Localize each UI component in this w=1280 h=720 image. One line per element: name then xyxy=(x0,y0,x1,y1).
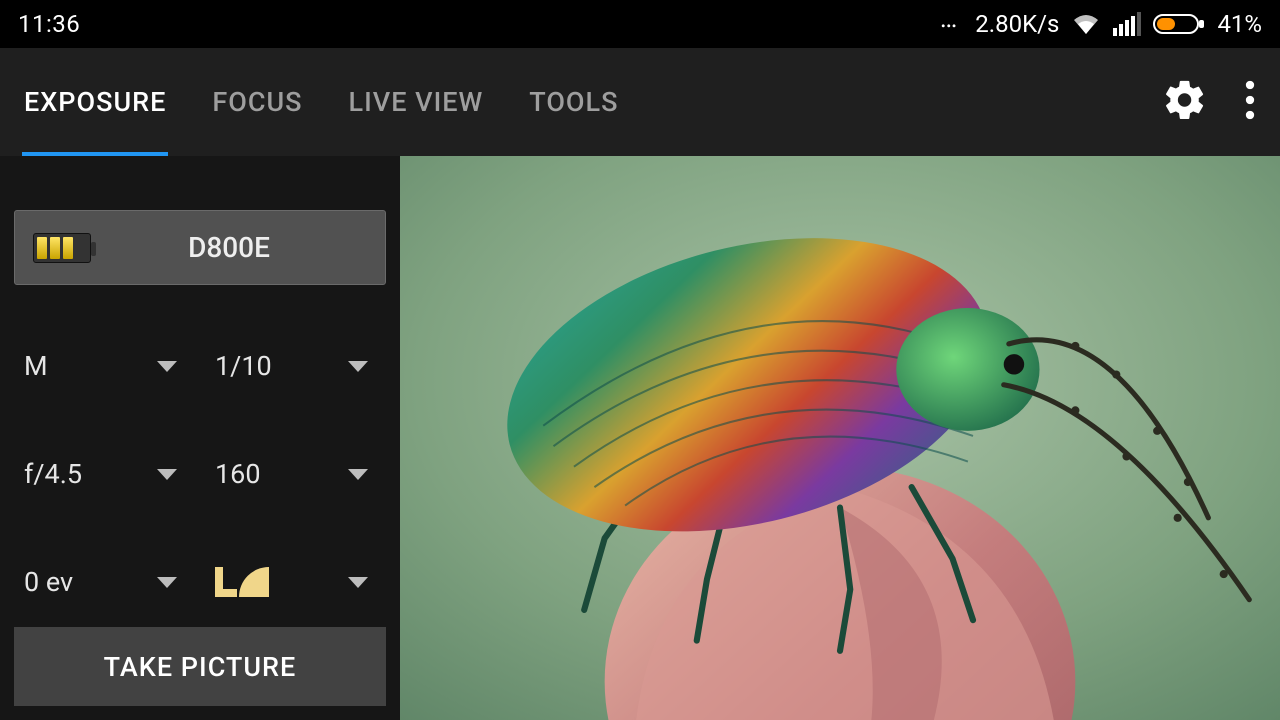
battery-icon xyxy=(1153,12,1205,36)
exposure-panel: D800E M 1/10 f/4.5 160 0 ev xyxy=(0,156,400,720)
quality-dropdown[interactable] xyxy=(205,537,386,627)
app-bar: EXPOSURE FOCUS LIVE VIEW TOOLS xyxy=(0,48,1280,156)
preview-image xyxy=(400,156,1280,720)
status-bar: 11:36 … 2.80K/s 41% xyxy=(0,0,1280,48)
tab-bar: EXPOSURE FOCUS LIVE VIEW TOOLS xyxy=(24,48,1162,156)
iso-dropdown[interactable]: 160 xyxy=(205,429,386,519)
shutter-value: 1/10 xyxy=(215,350,272,382)
tab-exposure[interactable]: EXPOSURE xyxy=(24,48,166,156)
take-picture-button[interactable]: TAKE PICTURE xyxy=(14,627,386,706)
mode-dropdown[interactable]: M xyxy=(14,321,195,411)
live-preview[interactable] xyxy=(400,156,1280,720)
ev-value: 0 ev xyxy=(24,566,73,598)
tab-live-view[interactable]: LIVE VIEW xyxy=(349,48,484,156)
mode-value: M xyxy=(24,350,48,382)
content-area: D800E M 1/10 f/4.5 160 0 ev xyxy=(0,156,1280,720)
quality-icon xyxy=(215,567,269,597)
camera-battery-icon xyxy=(33,233,91,263)
tab-tools[interactable]: TOOLS xyxy=(529,48,618,156)
shutter-dropdown[interactable]: 1/10 xyxy=(205,321,386,411)
more-dots-icon: … xyxy=(940,4,959,34)
battery-percent: 41% xyxy=(1217,10,1262,38)
chevron-down-icon xyxy=(157,361,177,372)
iso-value: 160 xyxy=(215,458,261,490)
aperture-dropdown[interactable]: f/4.5 xyxy=(14,429,195,519)
settings-button[interactable] xyxy=(1162,77,1208,127)
chevron-down-icon xyxy=(157,469,177,480)
status-time: 11:36 xyxy=(18,10,80,38)
camera-selector[interactable]: D800E xyxy=(14,210,386,285)
camera-model: D800E xyxy=(91,231,367,264)
chevron-down-icon xyxy=(348,361,368,372)
network-speed: 2.80K/s xyxy=(975,10,1059,38)
aperture-value: f/4.5 xyxy=(24,458,82,490)
ev-dropdown[interactable]: 0 ev xyxy=(14,537,195,627)
signal-icon xyxy=(1113,12,1141,36)
chevron-down-icon xyxy=(157,577,177,588)
wifi-icon xyxy=(1071,12,1101,36)
tab-focus[interactable]: FOCUS xyxy=(212,48,302,156)
chevron-down-icon xyxy=(348,577,368,588)
status-icons: … 2.80K/s 41% xyxy=(940,9,1262,39)
overflow-menu-button[interactable] xyxy=(1244,80,1256,124)
chevron-down-icon xyxy=(348,469,368,480)
